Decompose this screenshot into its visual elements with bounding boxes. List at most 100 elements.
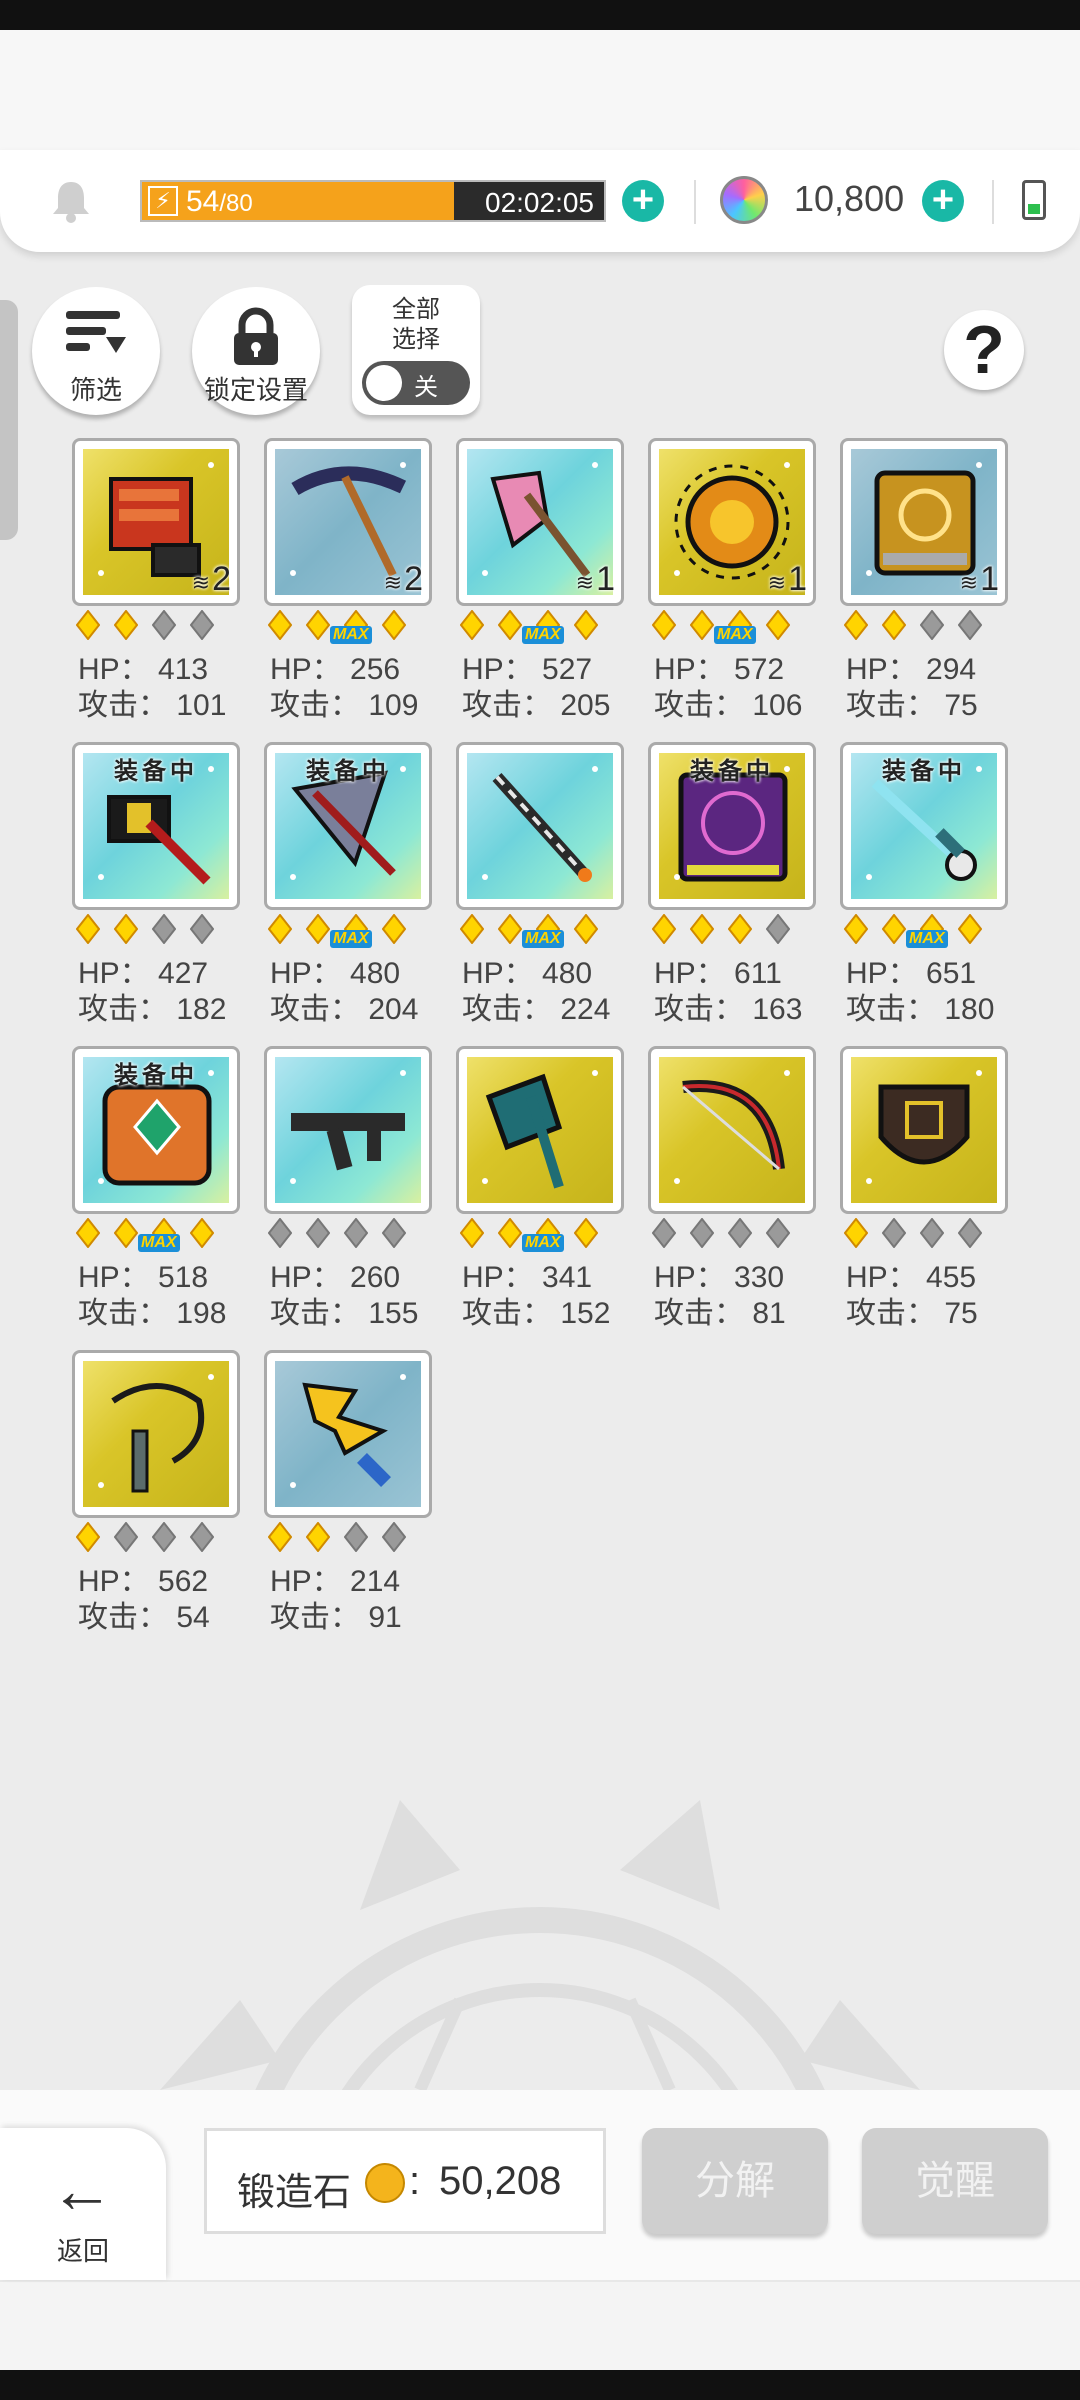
rarity-diamond-icon bbox=[306, 1522, 330, 1552]
equipment-card[interactable]: HP： 214 攻击： 91 bbox=[264, 1350, 432, 1650]
item-slot[interactable]: 装备中 bbox=[72, 742, 240, 910]
lance-staff-icon bbox=[467, 753, 613, 899]
divider bbox=[992, 180, 994, 224]
back-button[interactable]: ← 返回 bbox=[0, 2128, 166, 2280]
teal-battleaxe-icon bbox=[467, 1057, 613, 1203]
rarity-diamond-icon bbox=[882, 914, 906, 944]
item-slot[interactable]: ≋1 bbox=[456, 438, 624, 606]
item-slot[interactable] bbox=[456, 1046, 624, 1214]
equipment-card[interactable]: 装备中 MAX HP： 651 攻击： 180 bbox=[840, 742, 1008, 1042]
item-slot[interactable]: 装备中 bbox=[648, 742, 816, 910]
bell-icon[interactable] bbox=[50, 178, 92, 224]
equipment-card[interactable]: ≋1 MAX HP： 572 攻击： 106 bbox=[648, 438, 816, 738]
back-arrow-icon: ← bbox=[50, 2154, 114, 2226]
rarity-stars: MAX bbox=[460, 610, 630, 644]
rarity-diamond-icon bbox=[76, 1522, 100, 1552]
equipment-card[interactable]: MAX HP： 341 攻击： 152 bbox=[456, 1046, 624, 1346]
select-all-line2: 选择 bbox=[392, 326, 440, 353]
filter-button[interactable]: 筛选 bbox=[32, 287, 160, 415]
max-badge: MAX bbox=[330, 626, 372, 644]
help-button[interactable]: ? bbox=[944, 310, 1024, 390]
attack-stat: 攻击： 91 bbox=[270, 1601, 402, 1634]
rainbow-gem-icon bbox=[720, 176, 768, 224]
item-slot[interactable] bbox=[264, 1046, 432, 1214]
filter-sort-icon bbox=[66, 311, 126, 353]
equipment-card[interactable]: HP： 330 攻击： 81 bbox=[648, 1046, 816, 1346]
rarity-stars bbox=[844, 1218, 1014, 1252]
rarity-diamond-icon bbox=[76, 1218, 100, 1248]
equipment-card[interactable]: HP： 562 攻击： 54 bbox=[72, 1350, 240, 1650]
item-slot[interactable] bbox=[648, 1046, 816, 1214]
rarity-diamond-icon bbox=[460, 610, 484, 640]
item-slot[interactable] bbox=[72, 1350, 240, 1518]
item-slot[interactable]: ≋1 bbox=[840, 438, 1008, 606]
rarity-diamond-icon bbox=[114, 914, 138, 944]
attack-stat: 攻击： 109 bbox=[270, 689, 419, 722]
awaken-button[interactable]: 觉醒 bbox=[862, 2128, 1048, 2234]
rarity-stars: MAX bbox=[844, 914, 1014, 948]
rarity-diamond-icon bbox=[190, 1218, 214, 1248]
rarity-diamond-icon bbox=[268, 610, 292, 640]
item-slot[interactable]: ≋2 bbox=[72, 438, 240, 606]
rarity-diamond-icon bbox=[306, 1218, 330, 1248]
rarity-stars bbox=[268, 1522, 438, 1556]
rarity-diamond-icon bbox=[652, 610, 676, 640]
rarity-stars bbox=[268, 1218, 438, 1252]
rarity-diamond-icon bbox=[958, 914, 982, 944]
item-slot[interactable] bbox=[840, 1046, 1008, 1214]
stack-count: ≋1 bbox=[575, 560, 615, 598]
equipment-card[interactable]: ≋2 MAX HP： 256 攻击： 109 bbox=[264, 438, 432, 738]
equipment-card[interactable]: ≋1 MAX HP： 527 攻击： 205 bbox=[456, 438, 624, 738]
equipment-card[interactable]: 装备中 HP： 427 攻击： 182 bbox=[72, 742, 240, 1042]
rarity-stars: MAX bbox=[652, 610, 822, 644]
lightning-icon: ⚡ bbox=[148, 186, 178, 216]
add-gems-button[interactable]: + bbox=[922, 180, 964, 222]
equipment-card[interactable]: ≋1 HP： 294 攻击： 75 bbox=[840, 438, 1008, 738]
equipment-card[interactable]: 装备中 MAX HP： 480 攻击： 204 bbox=[264, 742, 432, 1042]
rarity-diamond-icon bbox=[844, 1218, 868, 1248]
item-slot[interactable]: 装备中 bbox=[264, 742, 432, 910]
rarity-diamond-icon bbox=[574, 610, 598, 640]
attack-stat: 攻击： 205 bbox=[462, 689, 611, 722]
rarity-stars bbox=[76, 610, 246, 644]
lock-settings-button[interactable]: 锁定设置 bbox=[192, 287, 320, 415]
item-slot[interactable]: ≋1 bbox=[648, 438, 816, 606]
item-slot[interactable] bbox=[264, 1350, 432, 1518]
disassemble-button[interactable]: 分解 bbox=[642, 2128, 828, 2234]
item-slot[interactable]: 装备中 bbox=[72, 1046, 240, 1214]
item-slot[interactable]: ≋2 bbox=[264, 438, 432, 606]
rarity-diamond-icon bbox=[728, 914, 752, 944]
equipment-card[interactable]: HP： 455 攻击： 75 bbox=[840, 1046, 1008, 1346]
rarity-diamond-icon bbox=[114, 610, 138, 640]
rarity-diamond-icon bbox=[306, 610, 330, 640]
rarity-stars: MAX bbox=[268, 914, 438, 948]
rarity-stars: MAX bbox=[268, 610, 438, 644]
rarity-diamond-icon bbox=[498, 1218, 522, 1248]
toggle-knob bbox=[366, 365, 402, 401]
item-slot[interactable] bbox=[456, 742, 624, 910]
rarity-diamond-icon bbox=[344, 1218, 368, 1248]
stack-count: ≋2 bbox=[383, 560, 423, 598]
select-all-toggle[interactable]: 关 bbox=[362, 361, 470, 405]
add-energy-button[interactable]: + bbox=[622, 180, 664, 222]
equipment-card[interactable]: ≋2 HP： 413 攻击： 101 bbox=[72, 438, 240, 738]
equipment-card[interactable]: MAX HP： 480 攻击： 224 bbox=[456, 742, 624, 1042]
max-badge: MAX bbox=[522, 1234, 564, 1252]
rarity-stars bbox=[76, 914, 246, 948]
layers-icon: ≋ bbox=[383, 570, 403, 595]
equipment-card[interactable]: 装备中 MAX HP： 518 攻击： 198 bbox=[72, 1046, 240, 1346]
rarity-stars: MAX bbox=[76, 1218, 246, 1252]
assault-rifle-icon bbox=[275, 1057, 421, 1203]
rarity-diamond-icon bbox=[844, 914, 868, 944]
rarity-diamond-icon bbox=[152, 914, 176, 944]
equipment-card[interactable]: HP： 260 攻击： 155 bbox=[264, 1046, 432, 1346]
rarity-diamond-icon bbox=[268, 914, 292, 944]
side-drawer-tab[interactable] bbox=[0, 300, 18, 540]
equipment-card[interactable]: 装备中 HP： 611 攻击： 163 bbox=[648, 742, 816, 1042]
lock-icon bbox=[234, 307, 278, 365]
rarity-diamond-icon bbox=[958, 610, 982, 640]
item-slot[interactable]: 装备中 bbox=[840, 742, 1008, 910]
rarity-diamond-icon bbox=[460, 914, 484, 944]
forge-stone-label: 锻造石 bbox=[237, 2172, 352, 2214]
energy-timer: 02:02:05 bbox=[485, 187, 594, 218]
